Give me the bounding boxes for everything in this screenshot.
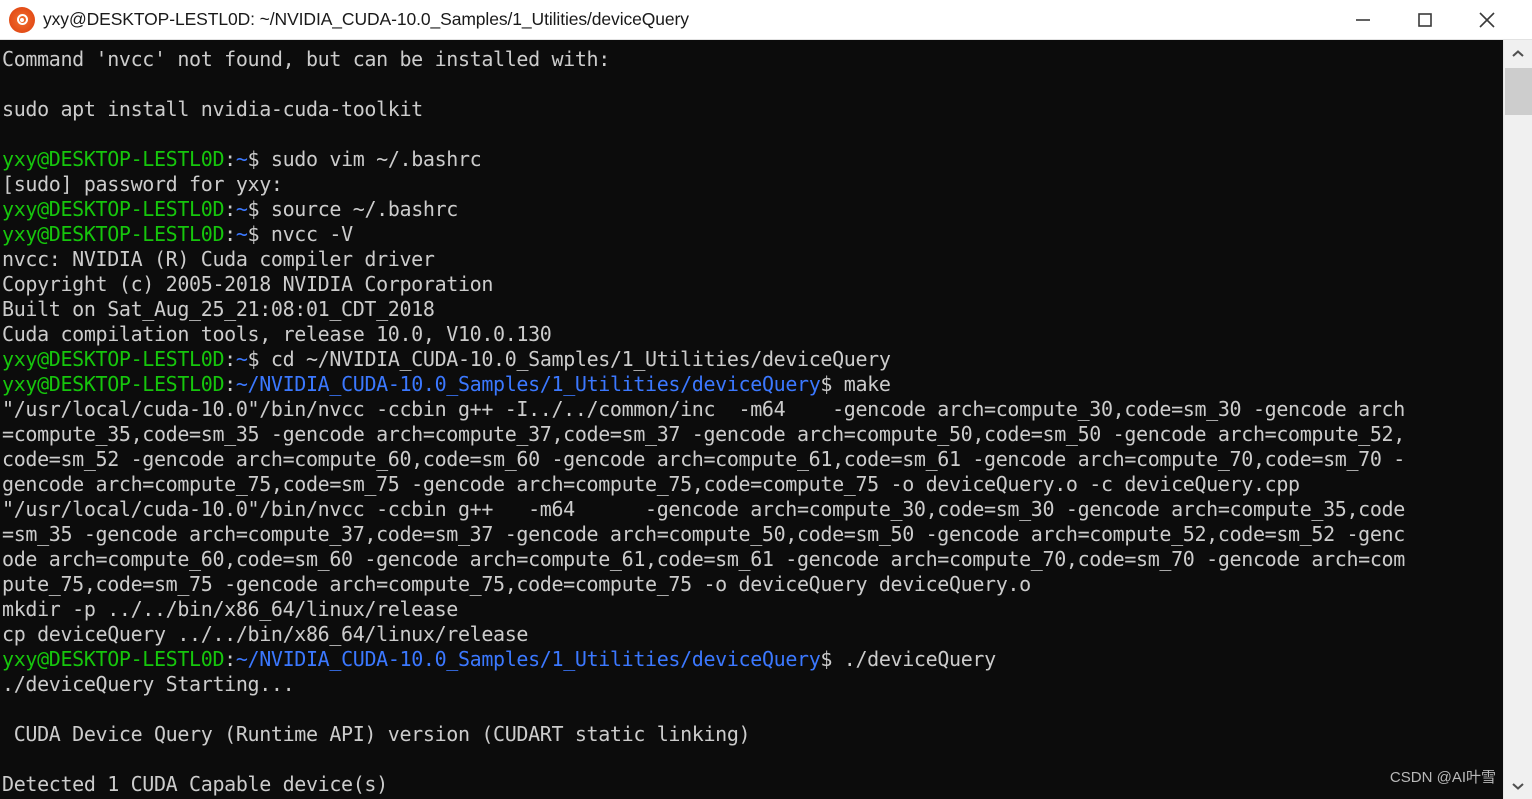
terminal-text: sudo apt install nvidia-cuda-toolkit: [2, 97, 423, 121]
terminal-line: code=sm_52 -gencode arch=compute_60,code…: [2, 447, 1503, 472]
terminal-line: sudo apt install nvidia-cuda-toolkit: [2, 97, 1503, 122]
prompt-path: ~/NVIDIA_CUDA-10.0_Samples/1_Utilities/d…: [235, 372, 821, 396]
prompt-path: ~: [235, 147, 248, 171]
terminal-line: "/usr/local/cuda-10.0"/bin/nvcc -ccbin g…: [2, 397, 1503, 422]
terminal-line: Cuda compilation tools, release 10.0, V1…: [2, 322, 1503, 347]
terminal-text: $ source ~/.bashrc: [247, 197, 459, 221]
terminal-text: pute_75,code=sm_75 -gencode arch=compute…: [2, 572, 1031, 596]
terminal-text: $ nvcc -V: [247, 222, 354, 246]
window-titlebar: yxy@DESKTOP-LESTL0D: ~/NVIDIA_CUDA-10.0_…: [0, 0, 1532, 40]
terminal-line: cp deviceQuery ../../bin/x86_64/linux/re…: [2, 622, 1503, 647]
terminal-line: ./deviceQuery Starting...: [2, 672, 1503, 697]
terminal-text: =sm_35 -gencode arch=compute_37,code=sm_…: [2, 522, 1405, 546]
terminal-line: mkdir -p ../../bin/x86_64/linux/release: [2, 597, 1503, 622]
terminal-text: [sudo] password for yxy:: [2, 172, 283, 196]
terminal-line: =compute_35,code=sm_35 -gencode arch=com…: [2, 422, 1503, 447]
prompt-path: ~: [235, 347, 248, 371]
terminal-line: =sm_35 -gencode arch=compute_37,code=sm_…: [2, 522, 1503, 547]
ubuntu-icon: [9, 6, 35, 33]
minimize-button[interactable]: [1332, 0, 1394, 39]
terminal-text: :: [224, 147, 236, 171]
terminal-text: CUDA Device Query (Runtime API) version …: [2, 722, 751, 746]
terminal-text: Built on Sat_Aug_25_21:08:01_CDT_2018: [2, 297, 435, 321]
terminal-text: =compute_35,code=sm_35 -gencode arch=com…: [2, 422, 1405, 446]
scroll-down-button[interactable]: [1504, 772, 1532, 799]
prompt-path: ~: [235, 197, 248, 221]
terminal-line: yxy@DESKTOP-LESTL0D:~$ source ~/.bashrc: [2, 197, 1503, 222]
terminal-text: "/usr/local/cuda-10.0"/bin/nvcc -ccbin g…: [2, 497, 1405, 521]
terminal-line: ode arch=compute_60,code=sm_60 -gencode …: [2, 547, 1503, 572]
terminal-line: pute_75,code=sm_75 -gencode arch=compute…: [2, 572, 1503, 597]
terminal-text: :: [224, 647, 236, 671]
vertical-scrollbar[interactable]: [1503, 40, 1532, 799]
terminal-text: ./deviceQuery Starting...: [2, 672, 295, 696]
terminal-text: cp deviceQuery ../../bin/x86_64/linux/re…: [2, 622, 529, 646]
terminal-line: nvcc: NVIDIA (R) Cuda compiler driver: [2, 247, 1503, 272]
terminal-text: code=sm_52 -gencode arch=compute_60,code…: [2, 447, 1405, 471]
prompt-user-host: yxy@DESKTOP-LESTL0D: [2, 197, 225, 221]
terminal-body[interactable]: Command 'nvcc' not found, but can be ins…: [0, 40, 1532, 799]
terminal-line: yxy@DESKTOP-LESTL0D:~/NVIDIA_CUDA-10.0_S…: [2, 647, 1503, 672]
terminal-text: "/usr/local/cuda-10.0"/bin/nvcc -ccbin g…: [2, 397, 1405, 421]
terminal-line: gencode arch=compute_75,code=sm_75 -genc…: [2, 472, 1503, 497]
terminal-line: yxy@DESKTOP-LESTL0D:~$ sudo vim ~/.bashr…: [2, 147, 1503, 172]
chevron-down-icon: [1512, 782, 1524, 790]
terminal-text: Copyright (c) 2005-2018 NVIDIA Corporati…: [2, 272, 494, 296]
terminal-text: :: [224, 197, 236, 221]
terminal-output[interactable]: Command 'nvcc' not found, but can be ins…: [0, 40, 1503, 799]
terminal-line: Detected 1 CUDA Capable device(s): [2, 772, 1503, 797]
terminal-line: "/usr/local/cuda-10.0"/bin/nvcc -ccbin g…: [2, 497, 1503, 522]
terminal-window: yxy@DESKTOP-LESTL0D: ~/NVIDIA_CUDA-10.0_…: [0, 0, 1532, 799]
terminal-text: :: [224, 222, 236, 246]
maximize-button[interactable]: [1394, 0, 1456, 39]
terminal-line: Built on Sat_Aug_25_21:08:01_CDT_2018: [2, 297, 1503, 322]
prompt-user-host: yxy@DESKTOP-LESTL0D: [2, 222, 225, 246]
terminal-text: Detected 1 CUDA Capable device(s): [2, 772, 388, 796]
prompt-user-host: yxy@DESKTOP-LESTL0D: [2, 147, 225, 171]
window-title: yxy@DESKTOP-LESTL0D: ~/NVIDIA_CUDA-10.0_…: [43, 9, 689, 29]
terminal-text: mkdir -p ../../bin/x86_64/linux/release: [2, 597, 458, 621]
terminal-text: $ sudo vim ~/.bashrc: [247, 147, 482, 171]
close-button[interactable]: [1456, 0, 1518, 39]
terminal-text: ode arch=compute_60,code=sm_60 -gencode …: [2, 547, 1405, 571]
terminal-text: nvcc: NVIDIA (R) Cuda compiler driver: [2, 247, 435, 271]
terminal-text: :: [224, 347, 236, 371]
terminal-text: Cuda compilation tools, release 10.0, V1…: [2, 322, 552, 346]
scroll-up-button[interactable]: [1504, 40, 1532, 67]
terminal-line: yxy@DESKTOP-LESTL0D:~$ cd ~/NVIDIA_CUDA-…: [2, 347, 1503, 372]
terminal-line: Command 'nvcc' not found, but can be ins…: [2, 47, 1503, 72]
terminal-text: :: [224, 372, 236, 396]
prompt-path: ~/NVIDIA_CUDA-10.0_Samples/1_Utilities/d…: [235, 647, 821, 671]
terminal-line: yxy@DESKTOP-LESTL0D:~/NVIDIA_CUDA-10.0_S…: [2, 372, 1503, 397]
chevron-up-icon: [1512, 49, 1524, 57]
prompt-user-host: yxy@DESKTOP-LESTL0D: [2, 372, 225, 396]
prompt-path: ~: [235, 222, 248, 246]
scrollbar-thumb[interactable]: [1505, 68, 1532, 115]
terminal-text: gencode arch=compute_75,code=sm_75 -genc…: [2, 472, 1300, 496]
terminal-line: CUDA Device Query (Runtime API) version …: [2, 722, 1503, 747]
prompt-user-host: yxy@DESKTOP-LESTL0D: [2, 647, 225, 671]
terminal-line: yxy@DESKTOP-LESTL0D:~$ nvcc -V: [2, 222, 1503, 247]
terminal-line: [sudo] password for yxy:: [2, 172, 1503, 197]
terminal-text: Command 'nvcc' not found, but can be ins…: [2, 47, 610, 71]
terminal-line: Copyright (c) 2005-2018 NVIDIA Corporati…: [2, 272, 1503, 297]
terminal-text: $ cd ~/NVIDIA_CUDA-10.0_Samples/1_Utilit…: [247, 347, 891, 371]
terminal-text: $ ./deviceQuery: [820, 647, 996, 671]
terminal-text: $ make: [820, 372, 891, 396]
prompt-user-host: yxy@DESKTOP-LESTL0D: [2, 347, 225, 371]
